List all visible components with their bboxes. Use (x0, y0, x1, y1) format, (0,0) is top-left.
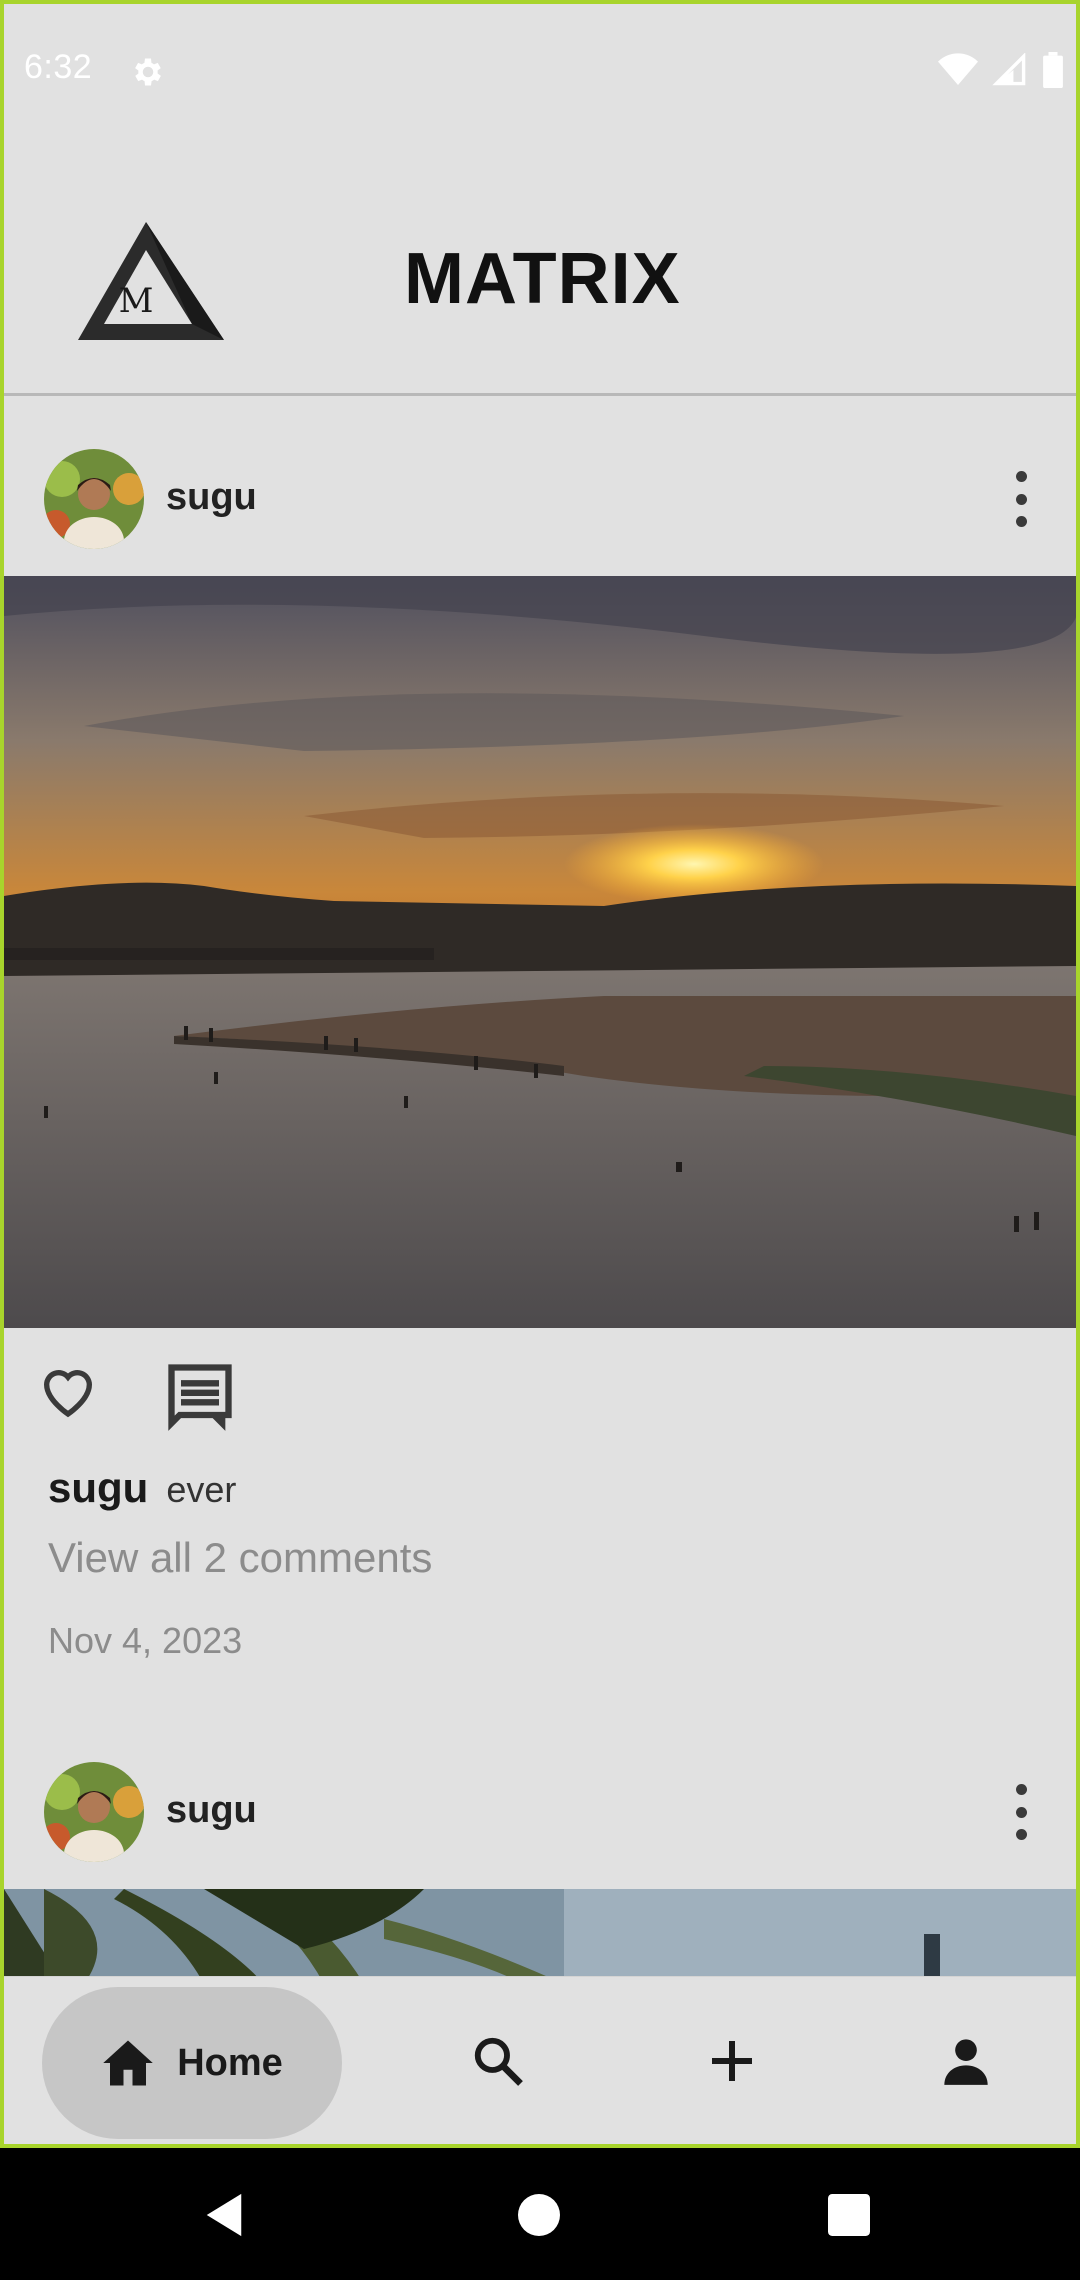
status-icons (938, 52, 1064, 88)
app-screen: 6:32 M MATRIX sugu sugu ever View all 2 … (0, 0, 1080, 2148)
more-options-icon[interactable] (1006, 1784, 1036, 1840)
search-icon (474, 2037, 523, 2086)
profile-icon (944, 2039, 988, 2085)
more-options-icon[interactable] (1006, 471, 1036, 527)
avatar[interactable] (44, 1762, 144, 1862)
status-time: 6:32 (24, 48, 93, 86)
post-image[interactable] (4, 576, 1076, 1328)
app-bar: M MATRIX (4, 140, 1076, 396)
back-icon[interactable] (202, 2192, 246, 2238)
caption-text: ever (166, 1469, 237, 1510)
nav-add[interactable] (692, 2021, 772, 2101)
post-image[interactable] (4, 1889, 1076, 1984)
settings-gear-icon (135, 58, 161, 86)
wifi-icon (938, 53, 978, 85)
bottom-navigation: Home (4, 1976, 1076, 2144)
nav-home[interactable]: Home (42, 1987, 342, 2139)
comment-icon[interactable] (162, 1358, 238, 1434)
battery-icon (1043, 52, 1063, 88)
post-username[interactable]: sugu (166, 1789, 257, 1832)
status-bar: 6:32 (4, 4, 1076, 140)
logo-letter: M (119, 281, 154, 321)
nav-home-label: Home (177, 2041, 283, 2084)
caption-username[interactable]: sugu (48, 1464, 148, 1511)
add-icon (712, 2041, 752, 2081)
post-header: sugu (4, 396, 1076, 576)
avatar[interactable] (44, 449, 144, 549)
nav-profile[interactable] (926, 2021, 1006, 2101)
home-circle-icon[interactable] (518, 2194, 560, 2236)
post-header: sugu (4, 1709, 1076, 1889)
post-caption: sugu ever (48, 1464, 236, 1512)
view-comments-link[interactable]: View all 2 comments (48, 1534, 432, 1582)
post-date: Nov 4, 2023 (48, 1620, 243, 1661)
like-heart-icon[interactable] (36, 1358, 100, 1422)
app-title: MATRIX (404, 239, 681, 319)
matrix-logo: M (78, 222, 224, 340)
post-username[interactable]: sugu (166, 476, 257, 519)
home-icon (103, 2040, 153, 2086)
post-actions (4, 1328, 1076, 1448)
recents-icon[interactable] (828, 2194, 870, 2236)
signal-icon (992, 53, 1026, 86)
nav-search[interactable] (458, 2021, 538, 2101)
system-navigation-bar (0, 2148, 1080, 2280)
